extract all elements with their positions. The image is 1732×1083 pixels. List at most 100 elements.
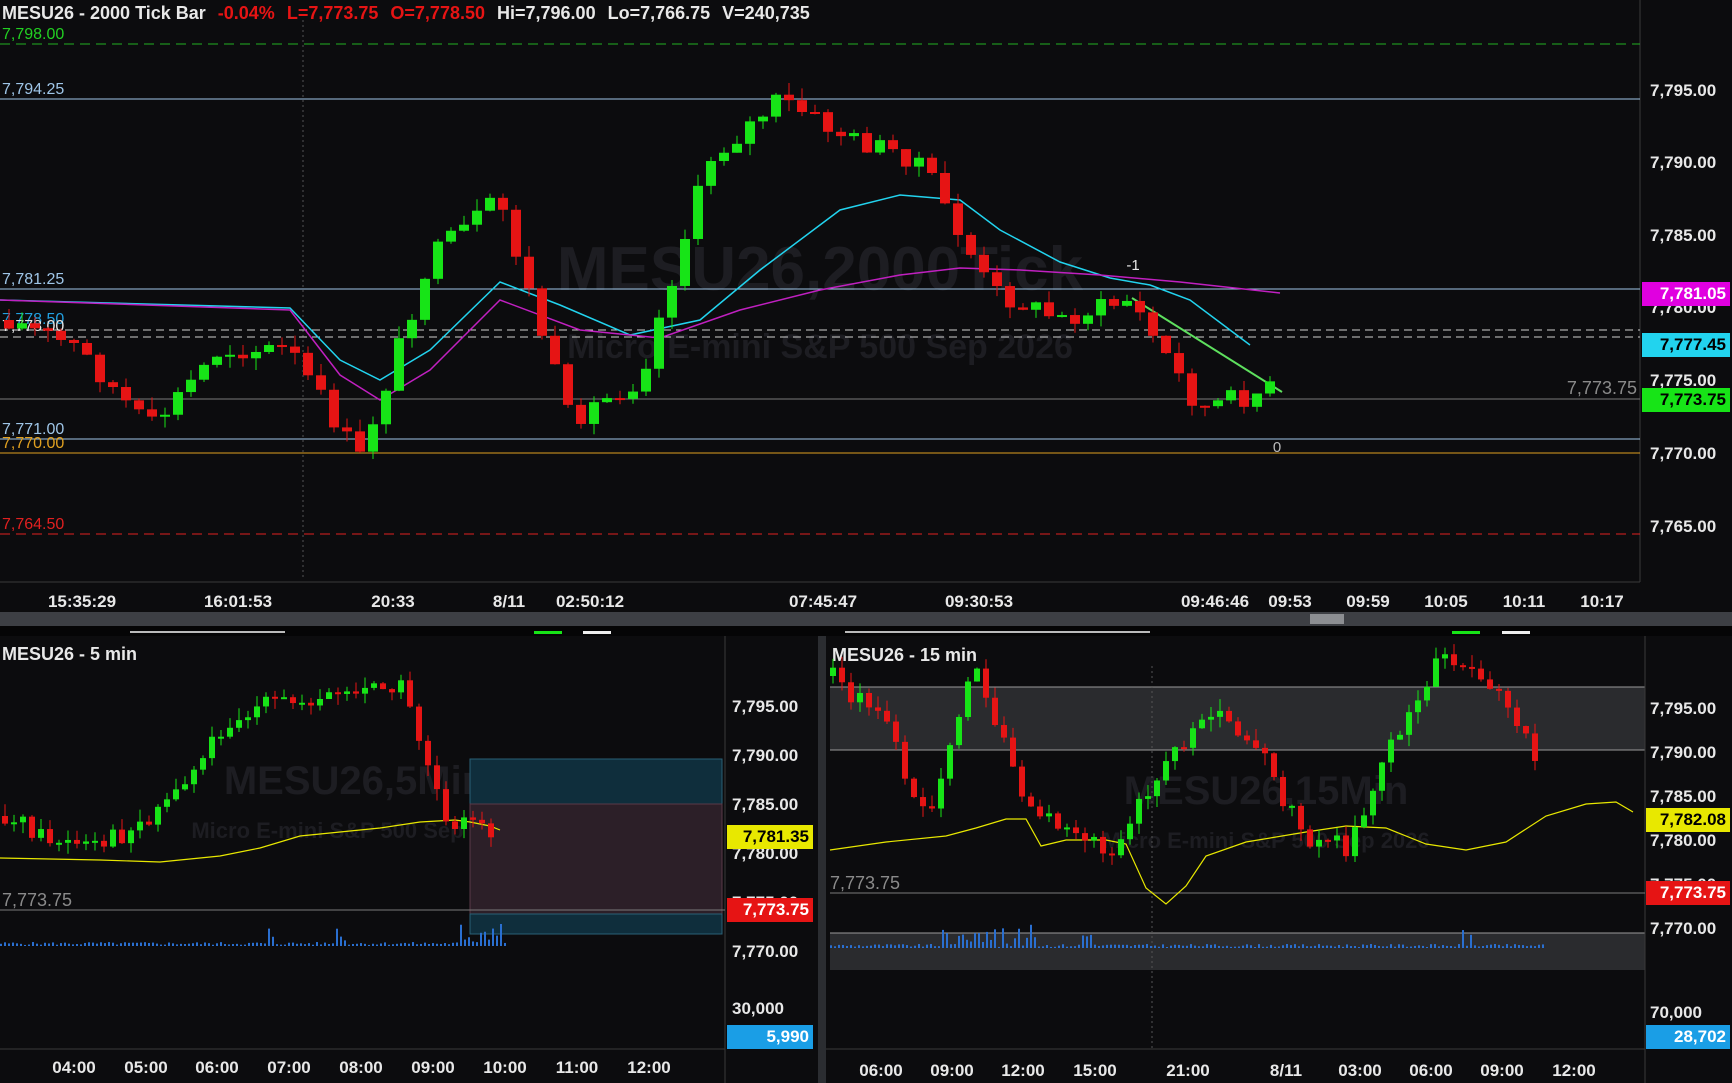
time-tick: 03:00 xyxy=(1338,1061,1381,1080)
candle-body xyxy=(1199,719,1205,729)
pane-divider[interactable] xyxy=(818,636,826,1083)
lower-range-zone[interactable] xyxy=(830,933,1645,970)
volume-bar xyxy=(392,944,394,946)
volume-bar xyxy=(44,942,46,946)
volume-bar xyxy=(1182,945,1184,948)
volume-bar xyxy=(1038,946,1040,948)
volume-bar xyxy=(1086,936,1088,948)
candle-body xyxy=(888,140,898,150)
volume-bar xyxy=(472,941,474,946)
volume-bar xyxy=(1022,945,1024,948)
volume-bar xyxy=(1402,944,1404,948)
time-tick: 07:45:47 xyxy=(789,592,857,611)
volume-bar xyxy=(1430,944,1432,948)
candle-body xyxy=(966,234,976,255)
volume-bar xyxy=(252,942,254,946)
candle-body xyxy=(927,157,937,173)
volume-bar xyxy=(1154,945,1156,948)
candle-body xyxy=(1208,716,1214,720)
volume-bar xyxy=(40,944,42,946)
candle-body xyxy=(719,152,729,162)
stop-zone[interactable] xyxy=(469,913,723,935)
candle-body xyxy=(511,209,521,257)
chart-5min-panel[interactable]: MESU26 - 5 min MESU26,5Min Micro E-mini … xyxy=(0,636,818,1083)
candle-body xyxy=(470,817,476,820)
volume-bar xyxy=(834,946,836,948)
chart-5min-price-axis: 7,795.00 7,790.00 7,785.00 7,780.00 7,77… xyxy=(732,697,798,1018)
volume-bar xyxy=(136,942,138,946)
candle-body xyxy=(1046,813,1052,817)
candle-body xyxy=(344,691,350,694)
volume-bar xyxy=(1406,946,1408,948)
candle-body xyxy=(326,692,332,700)
volume-bar xyxy=(336,928,338,946)
candle-body xyxy=(316,375,326,390)
volume-bar xyxy=(870,945,872,948)
candle-body xyxy=(425,740,431,766)
volume-bar xyxy=(396,943,398,946)
volume-bar xyxy=(850,945,852,948)
volume-bar xyxy=(444,943,446,946)
volume-bar xyxy=(962,934,964,948)
volume-bar xyxy=(32,942,34,946)
volume-bar xyxy=(260,942,262,946)
volume-bar xyxy=(72,944,74,946)
volume-bar xyxy=(1046,945,1048,948)
volume-bar xyxy=(1014,938,1016,948)
candle-body xyxy=(65,839,71,843)
volume-bar xyxy=(20,943,22,946)
candle-body xyxy=(914,157,924,167)
price-tick: 7,795.00 xyxy=(1650,699,1716,718)
volume-bar xyxy=(1522,945,1524,948)
time-tick: 07:00 xyxy=(267,1058,310,1077)
candle-body xyxy=(1442,654,1448,659)
vwap-tag: 7,782.08 xyxy=(1646,808,1730,832)
candle-body xyxy=(979,254,989,273)
chart-15min-panel[interactable]: MESU26 - 15 min MESU26,15Min Micro E-min… xyxy=(826,636,1732,1083)
volume-bar xyxy=(998,946,1000,948)
candle-body xyxy=(602,398,612,403)
volume-bar xyxy=(420,943,422,946)
candle-body xyxy=(983,668,989,698)
candle-body xyxy=(771,94,781,117)
candle-body xyxy=(212,356,222,365)
candle-body xyxy=(1370,790,1376,816)
volume-bar xyxy=(400,943,402,946)
main-scrollbar[interactable] xyxy=(0,612,1732,626)
main-chart-panel[interactable]: MESU26 - 2000 Tick Bar -0.04% L=7,773.75 O=… xyxy=(0,0,1732,612)
volume-bar xyxy=(938,946,940,948)
volume-bar xyxy=(1378,945,1380,948)
candle-body xyxy=(1136,798,1142,824)
volume-bar xyxy=(1118,944,1120,948)
time-tick: 21:00 xyxy=(1166,1061,1209,1080)
target-zone[interactable] xyxy=(469,758,723,805)
volume-bar xyxy=(982,941,984,948)
volume-bar xyxy=(1254,946,1256,948)
volume-bar xyxy=(1362,944,1364,948)
volume-bar xyxy=(228,944,230,946)
volume-bar xyxy=(56,944,58,946)
volume-bar xyxy=(986,931,988,948)
volume-bar xyxy=(80,944,82,946)
candle-body xyxy=(706,161,716,186)
volume-bar xyxy=(1258,944,1260,948)
candle-body xyxy=(537,288,547,336)
volume-bar xyxy=(60,943,62,946)
scrollbar-thumb[interactable] xyxy=(1310,614,1344,624)
price-tick: 7,795.00 xyxy=(1650,81,1716,100)
volume-tick: 70,000 xyxy=(1650,1003,1702,1022)
candle-body xyxy=(848,682,854,703)
vwap-line xyxy=(829,801,1634,905)
candle-body xyxy=(277,345,287,348)
volume-bar xyxy=(1330,945,1332,948)
volume-bar xyxy=(1462,930,1464,948)
candle-body xyxy=(1122,300,1132,306)
candle-body xyxy=(862,133,872,153)
volume-bar xyxy=(484,931,486,946)
candle-body xyxy=(134,400,144,410)
candle-body xyxy=(281,697,287,700)
volume-bar xyxy=(52,942,54,946)
volume-bar xyxy=(4,942,6,946)
risk-zone[interactable] xyxy=(469,803,723,915)
volume-bar xyxy=(344,940,346,946)
